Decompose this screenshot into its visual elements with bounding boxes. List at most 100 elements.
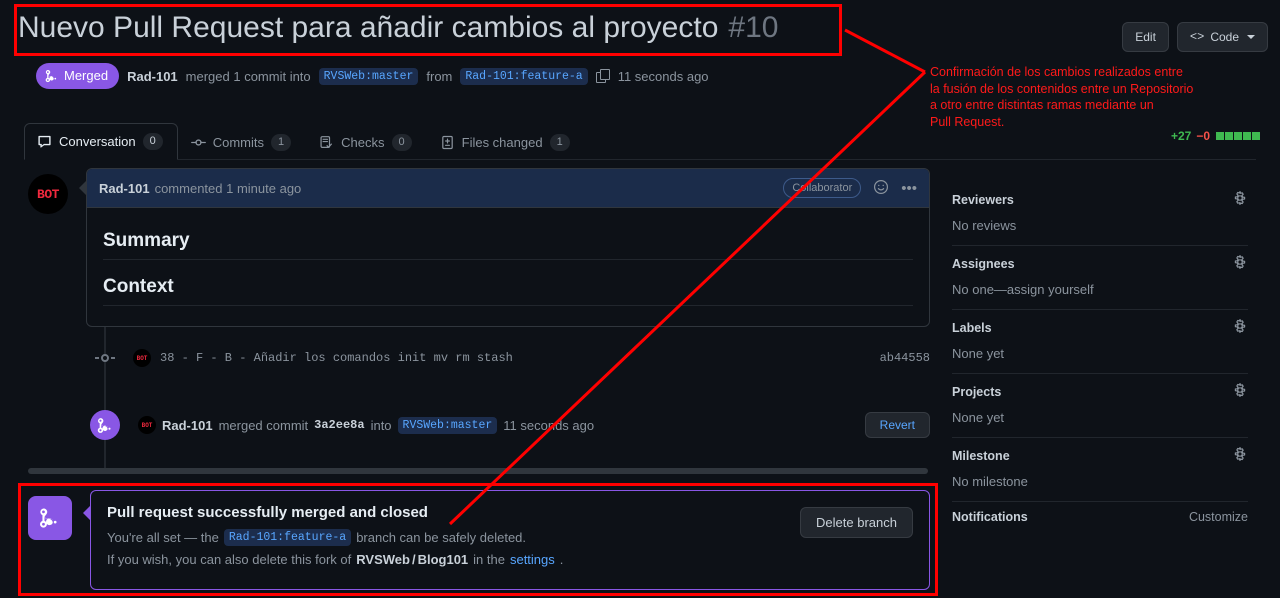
merge-success-panel: Delete branch Pull request successfully … — [28, 490, 930, 590]
avatar[interactable]: BOT — [28, 174, 68, 214]
chevron-down-icon — [1247, 35, 1255, 39]
divider — [103, 305, 913, 306]
sidebar-section-reviewers: Reviewers No reviews — [952, 182, 1248, 246]
pr-title-text: Nuevo Pull Request para añadir cambios a… — [18, 11, 719, 44]
merged-timeline-item: BOT Rad-101 merged commit 3a2ee8a into R… — [28, 405, 930, 445]
pull-request-page: Nuevo Pull Request para añadir cambios a… — [0, 0, 1280, 598]
horizontal-scrollbar[interactable] — [28, 468, 928, 474]
sidebar-section-projects: Projects None yet — [952, 374, 1248, 438]
sidebar-title-assignees: Assignees — [952, 256, 1015, 271]
tab-commits[interactable]: Commits 1 — [178, 124, 306, 160]
pr-subhead: Merged Rad-101 merged 1 commit into RVSW… — [36, 63, 709, 89]
page-title: Nuevo Pull Request para añadir cambios a… — [18, 8, 778, 48]
diff-stat: +27 −0 — [1171, 129, 1260, 143]
success-line1-post: branch can be safely deleted. — [356, 530, 527, 545]
tab-commits-label: Commits — [212, 135, 265, 150]
edit-button[interactable]: Edit — [1122, 22, 1169, 52]
tab-checks-count: 0 — [391, 134, 412, 151]
divider — [103, 259, 913, 260]
comment-author[interactable]: Rad-101 — [99, 181, 150, 196]
tab-conversation[interactable]: Conversation 0 — [24, 123, 178, 160]
success-line2-end: . — [559, 552, 564, 567]
gear-icon[interactable] — [1232, 382, 1248, 401]
code-button[interactable]: <> Code — [1176, 22, 1268, 52]
tab-conversation-count: 0 — [142, 133, 163, 150]
pr-sidebar: Reviewers No reviews Assignees No one—as… — [952, 182, 1248, 536]
git-merge-icon — [45, 69, 57, 83]
tab-checks[interactable]: Checks 0 — [306, 124, 426, 160]
sidebar-header: Notifications Customize — [952, 510, 1248, 524]
commit-node-icon — [95, 351, 115, 365]
merged-avatar[interactable]: BOT — [138, 416, 156, 434]
merged-branch-chip[interactable]: RVSWeb:master — [397, 416, 498, 434]
fork-separator: / — [411, 552, 416, 567]
git-merge-icon — [40, 508, 57, 528]
customize-link[interactable]: Customize — [1189, 510, 1248, 524]
sidebar-header: Reviewers — [952, 190, 1248, 209]
comment-header: Rad-101 commented 1 minute ago Collabora… — [87, 169, 929, 208]
fork-owner[interactable]: RVSWeb — [356, 552, 410, 567]
fork-repo[interactable]: Blog101 — [418, 552, 469, 567]
sidebar-section-labels: Labels None yet — [952, 310, 1248, 374]
success-branch-chip: Rad-101:feature-a — [223, 529, 352, 546]
merge-success-line-1: You're all set — the Rad-101:feature-a b… — [107, 529, 913, 546]
pr-header: Nuevo Pull Request para añadir cambios a… — [0, 0, 1280, 60]
timeline: BOT Rad-101 commented 1 minute ago Colla… — [28, 168, 930, 468]
sidebar-value-milestone: No milestone — [952, 474, 1028, 489]
checklist-icon — [320, 136, 333, 148]
commit-icon — [190, 139, 206, 146]
base-branch-chip[interactable]: RVSWeb:master — [318, 67, 419, 85]
gear-icon[interactable] — [1232, 190, 1248, 209]
diff-additions: +27 — [1170, 129, 1192, 143]
code-button-label: Code — [1210, 30, 1239, 44]
merge-action-text: merged 1 commit into — [185, 68, 311, 84]
merge-success-title: Pull request successfully merged and clo… — [107, 504, 428, 521]
merge-author[interactable]: Rad-101 — [127, 69, 178, 84]
merged-sha[interactable]: 3a2ee8a — [314, 418, 364, 432]
heading-summary: Summary — [103, 230, 190, 251]
tab-files-changed-label: Files changed — [461, 135, 543, 150]
success-line1-pre: You're all set — the — [107, 530, 219, 545]
success-line2-pre: If you wish, you can also delete this fo… — [107, 552, 352, 567]
comment-box: Rad-101 commented 1 minute ago Collabora… — [79, 168, 930, 327]
merged-time: 11 seconds ago — [503, 417, 595, 433]
tab-checks-label: Checks — [341, 135, 385, 150]
sidebar-header: Milestone — [952, 446, 1248, 465]
merge-time: 11 seconds ago — [617, 68, 709, 84]
tab-files-changed-count: 1 — [549, 134, 570, 151]
sidebar-value-projects: None yet — [952, 410, 1005, 425]
commit-avatar[interactable]: BOT — [133, 349, 151, 367]
file-diff-icon — [441, 135, 453, 150]
git-merge-badge — [90, 410, 120, 440]
merged-text: BOT Rad-101 merged commit 3a2ee8a into R… — [138, 416, 594, 434]
settings-link[interactable]: settings — [510, 552, 555, 567]
success-line2-mid: in the — [473, 552, 505, 567]
sidebar-title-milestone: Milestone — [952, 448, 1010, 463]
sidebar-section-assignees: Assignees No one—assign yourself — [952, 246, 1248, 310]
copy-icon[interactable] — [595, 69, 610, 83]
sidebar-title-notifications: Notifications — [952, 510, 1028, 524]
sidebar-value-labels: None yet — [952, 346, 1005, 361]
gear-icon[interactable] — [1232, 254, 1248, 273]
kebab-horizontal-icon[interactable]: ••• — [901, 181, 917, 196]
delete-branch-button[interactable]: Delete branch — [800, 507, 913, 538]
gear-icon[interactable] — [1232, 446, 1248, 465]
sidebar-header: Projects — [952, 382, 1248, 401]
diff-blocks — [1215, 129, 1260, 143]
gear-icon[interactable] — [1232, 318, 1248, 337]
heading-context: Context — [103, 276, 174, 297]
tab-conversation-label: Conversation — [59, 134, 136, 149]
sidebar-title-projects: Projects — [952, 384, 1002, 399]
sidebar-section-milestone: Milestone No milestone — [952, 438, 1248, 502]
conversation-timeline: BOT Rad-101 commented 1 minute ago Colla… — [28, 168, 930, 468]
smiley-icon[interactable] — [873, 179, 889, 198]
commit-message[interactable]: 38 - F - B - Añadir los comandos init mv… — [160, 351, 513, 365]
merged-author[interactable]: Rad-101 — [162, 418, 213, 433]
pr-number: #10 — [728, 11, 779, 44]
comment-item: BOT Rad-101 commented 1 minute ago Colla… — [28, 168, 930, 327]
commit-sha[interactable]: ab44558 — [880, 351, 930, 365]
tab-files-changed[interactable]: Files changed 1 — [427, 124, 585, 160]
head-branch-chip[interactable]: Rad-101:feature-a — [460, 67, 588, 85]
revert-button[interactable]: Revert — [864, 412, 930, 438]
sidebar-value-assignees[interactable]: No one—assign yourself — [952, 282, 1248, 297]
